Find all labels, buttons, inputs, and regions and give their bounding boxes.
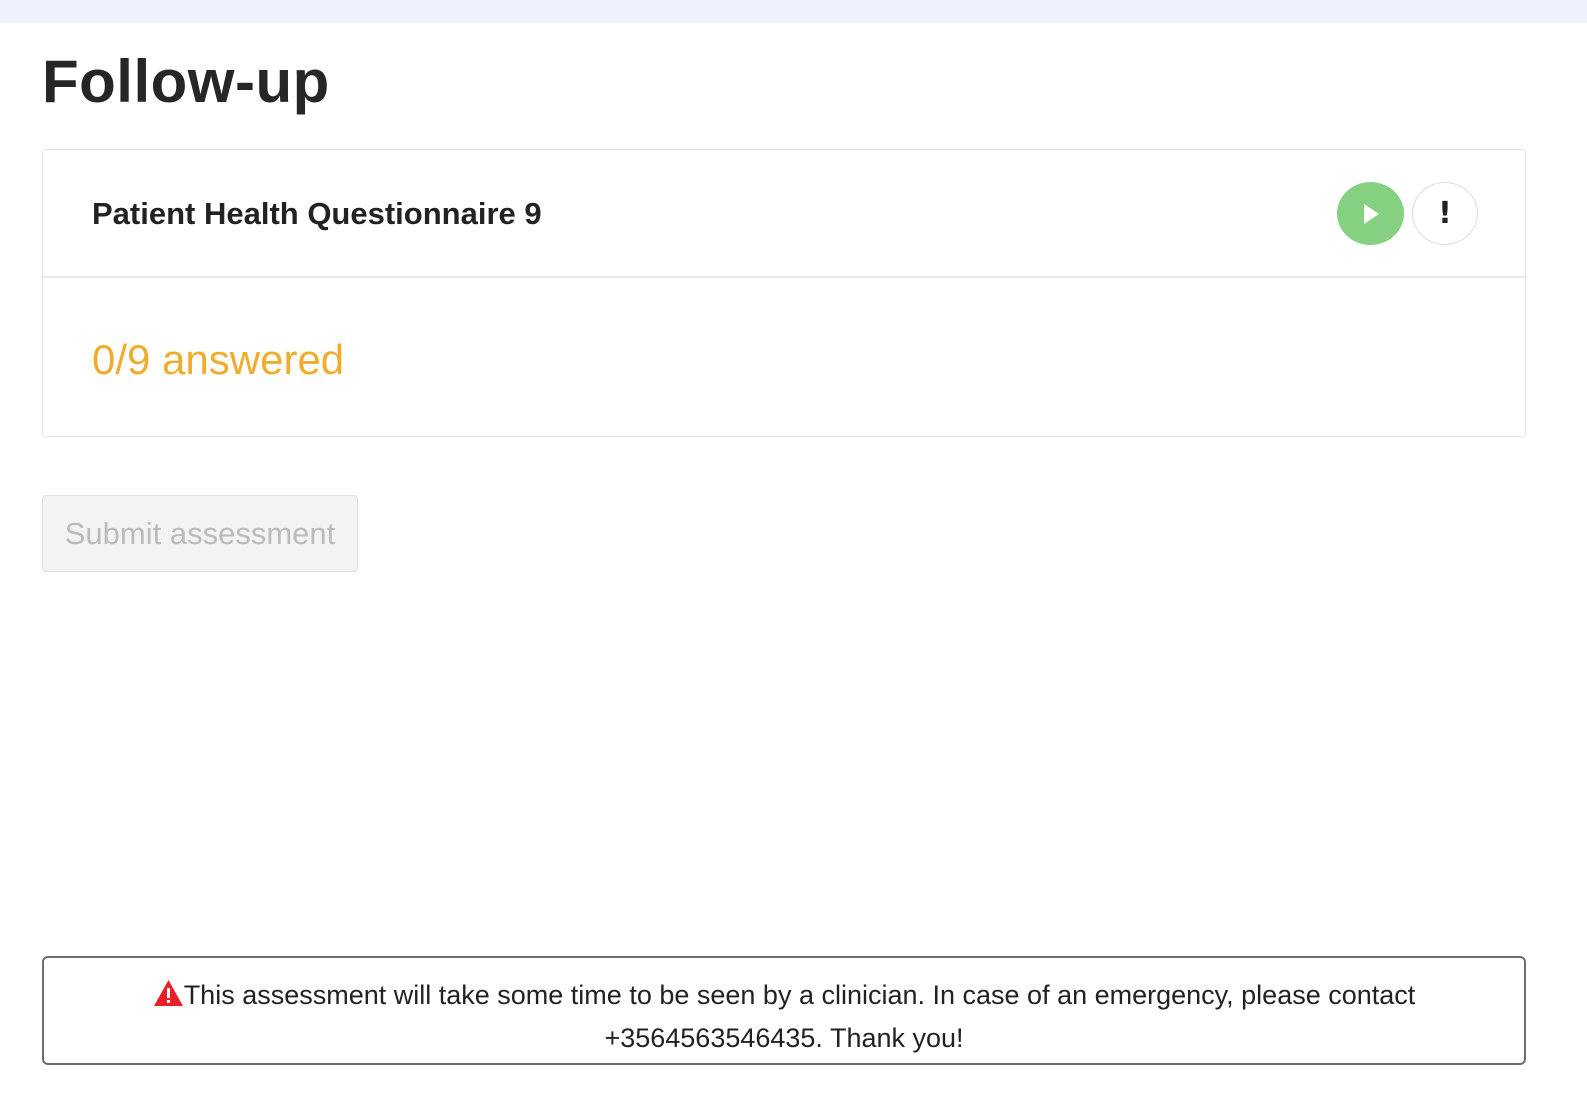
top-bar <box>0 0 1587 23</box>
page-title: Follow-up <box>42 48 330 115</box>
start-questionnaire-button[interactable] <box>1337 182 1404 245</box>
info-button[interactable]: ! <box>1412 182 1478 245</box>
progress-status: 0/9 answered <box>92 336 345 383</box>
notice-text: This assessment will take some time to b… <box>183 980 1416 1053</box>
questionnaire-title: Patient Health Questionnaire 9 <box>92 196 542 231</box>
emergency-notice: This assessment will take some time to b… <box>42 956 1526 1065</box>
questionnaire-card: Patient Health Questionnaire 9 ! 0/9 ans… <box>42 149 1526 437</box>
submit-assessment-button[interactable]: Submit assessment <box>42 495 358 572</box>
questionnaire-card-header: Patient Health Questionnaire 9 ! <box>43 150 1525 278</box>
warning-icon <box>153 977 184 1006</box>
play-icon <box>1364 204 1379 224</box>
